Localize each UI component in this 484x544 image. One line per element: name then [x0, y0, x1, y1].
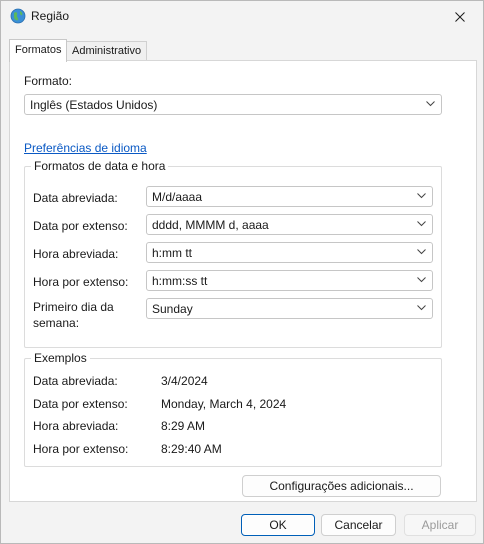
formats-panel: Formato: Inglês (Estados Unidos) Preferê…	[9, 60, 477, 502]
format-select-value: Inglês (Estados Unidos)	[30, 98, 158, 112]
example-long-date-value: Monday, March 4, 2024	[161, 397, 287, 411]
long-time-value: h:mm:ss tt	[152, 274, 208, 288]
examples-legend: Exemplos	[34, 351, 87, 365]
apply-button[interactable]: Aplicar	[404, 514, 476, 536]
example-long-date-label: Data por extenso:	[33, 397, 128, 411]
format-label: Formato:	[24, 74, 73, 88]
short-date-value: M/d/aaaa	[152, 190, 203, 204]
chevron-down-icon	[417, 277, 426, 283]
region-dialog: Região Formatos Administrativo Formato: …	[0, 0, 484, 544]
first-day-label-line2: semana:	[33, 316, 80, 330]
language-preferences-link[interactable]: Preferências de idioma	[24, 141, 147, 155]
short-date-label: Data abreviada:	[33, 191, 118, 205]
example-short-date-label: Data abreviada:	[33, 374, 118, 388]
first-day-select[interactable]: Sunday	[146, 298, 433, 319]
long-date-select[interactable]: dddd, MMMM d, aaaa	[146, 214, 433, 235]
long-date-label: Data por extenso:	[33, 219, 128, 233]
chevron-down-icon	[417, 221, 426, 227]
format-select[interactable]: Inglês (Estados Unidos)	[24, 94, 442, 115]
date-time-formats-legend: Formatos de data e hora	[34, 159, 166, 173]
short-time-label: Hora abreviada:	[33, 247, 119, 261]
long-date-value: dddd, MMMM d, aaaa	[152, 218, 269, 232]
long-time-select[interactable]: h:mm:ss tt	[146, 270, 433, 291]
long-time-label: Hora por extenso:	[33, 275, 129, 289]
chevron-down-icon	[426, 101, 435, 107]
example-short-time-value: 8:29 AM	[161, 419, 206, 433]
tab-administrativo[interactable]: Administrativo	[66, 41, 148, 61]
window-title: Região	[31, 9, 70, 23]
title-bar: Região	[1, 1, 483, 33]
example-long-time-value: 8:29:40 AM	[161, 442, 222, 456]
short-time-value: h:mm tt	[152, 246, 193, 260]
chevron-down-icon	[417, 305, 426, 311]
example-short-date-value: 3/4/2024	[161, 374, 208, 388]
ok-button[interactable]: OK	[241, 514, 315, 536]
chevron-down-icon	[417, 249, 426, 255]
close-button[interactable]	[437, 1, 483, 33]
first-day-value: Sunday	[152, 302, 193, 316]
short-time-select[interactable]: h:mm tt	[146, 242, 433, 263]
example-long-time-label: Hora por extenso:	[33, 442, 129, 456]
globe-icon	[10, 8, 26, 24]
example-short-time-label: Hora abreviada:	[33, 419, 119, 433]
first-day-label-line1: Primeiro dia da	[33, 300, 114, 314]
additional-settings-button[interactable]: Configurações adicionais...	[242, 475, 441, 497]
short-date-select[interactable]: M/d/aaaa	[146, 186, 433, 207]
close-icon	[455, 12, 465, 22]
cancel-button[interactable]: Cancelar	[321, 514, 396, 536]
tab-formatos[interactable]: Formatos	[9, 39, 68, 62]
chevron-down-icon	[417, 193, 426, 199]
